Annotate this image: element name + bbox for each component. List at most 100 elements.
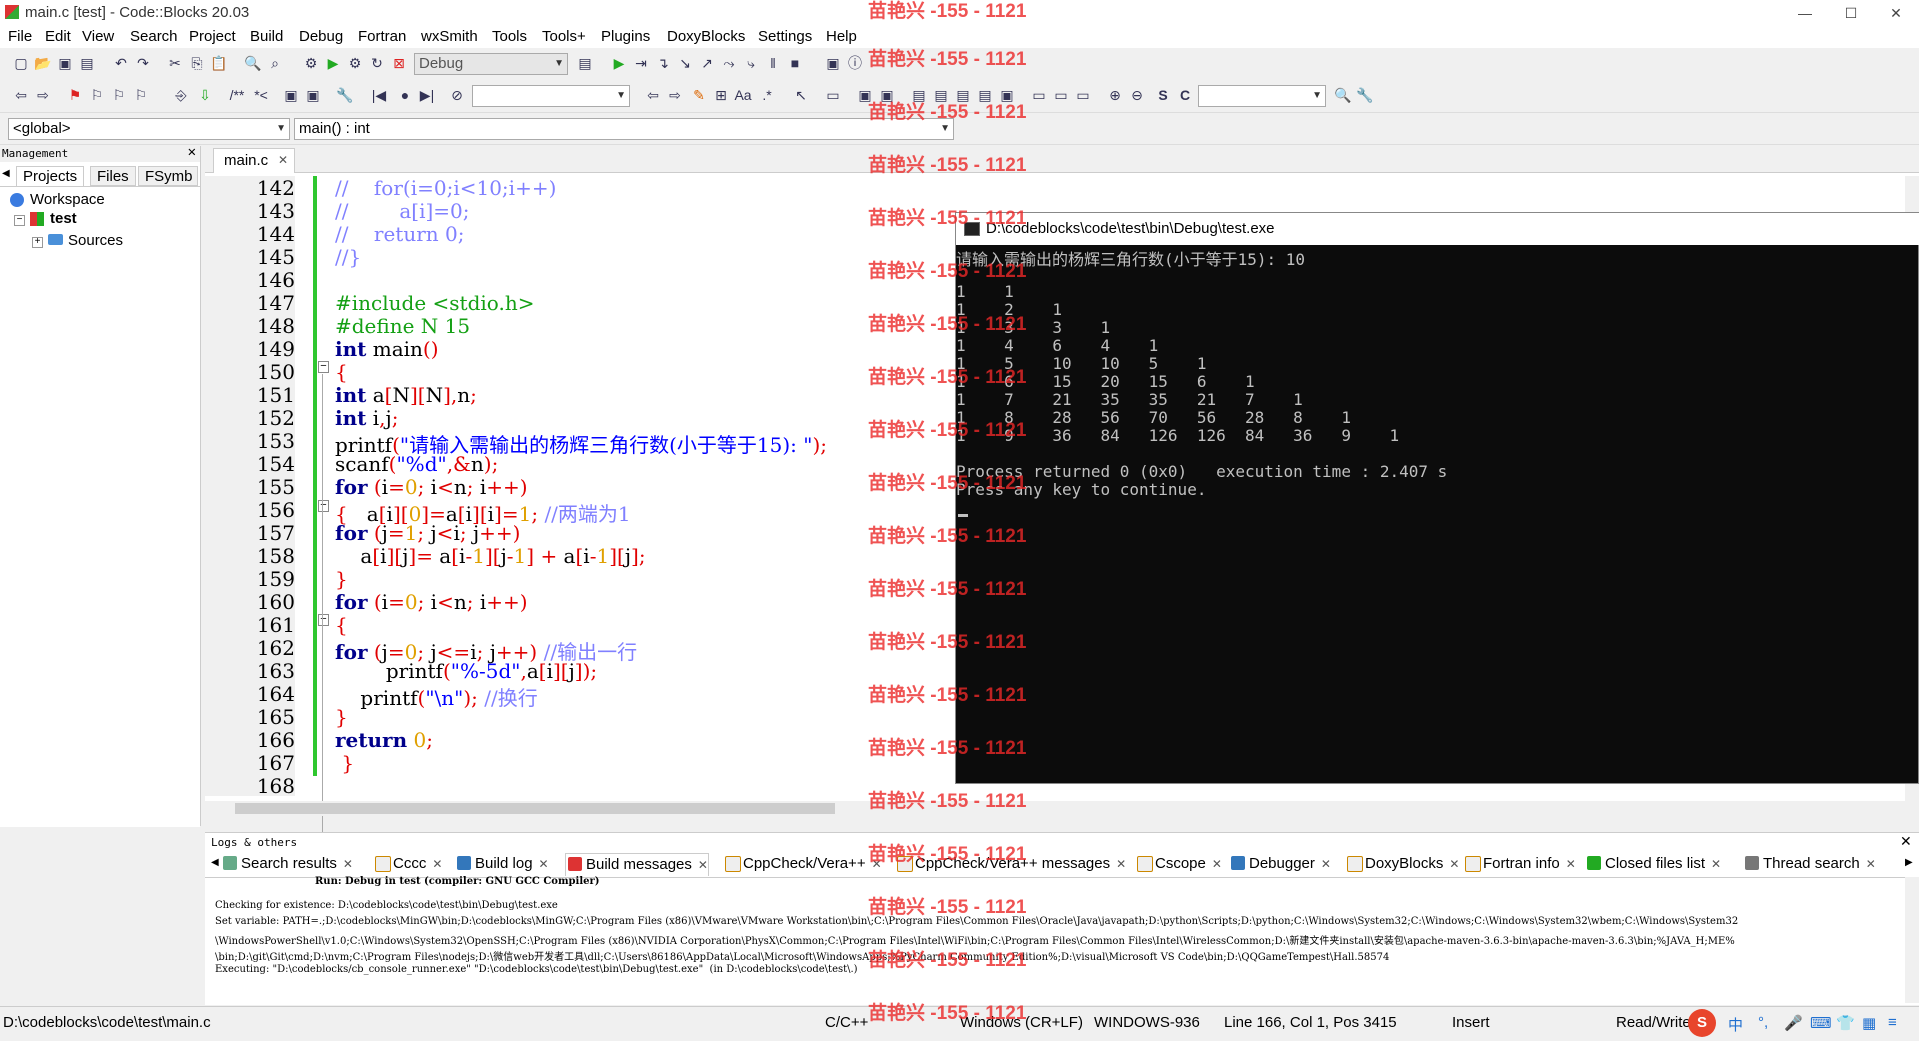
wildcard-icon[interactable]: .*: [758, 86, 776, 104]
toolbox-icon[interactable]: ▦: [1862, 1014, 1876, 1032]
close-tab-icon[interactable]: ✕: [1711, 857, 1721, 871]
tab-search-results[interactable]: Search results ✕: [221, 853, 353, 875]
expand-icon[interactable]: +: [32, 237, 43, 248]
log-scrollbar[interactable]: [1905, 877, 1919, 1003]
close-button[interactable]: ✕: [1873, 0, 1919, 26]
zoom-in-icon[interactable]: ⊕: [1106, 86, 1124, 104]
ime-logo-icon[interactable]: S: [1688, 1009, 1716, 1037]
code-line[interactable]: printf("\n"); //换行: [335, 682, 537, 711]
menu-view[interactable]: View: [82, 28, 114, 45]
close-tab-icon[interactable]: ✕: [1566, 857, 1576, 871]
rect-icon[interactable]: ▭: [824, 86, 842, 104]
menu-file[interactable]: File: [8, 28, 32, 45]
jump-forward-icon[interactable]: ⇨: [34, 86, 52, 104]
fold-icon[interactable]: −: [318, 361, 329, 373]
build-icon[interactable]: ⚙: [302, 54, 320, 72]
menu-debug[interactable]: Debug: [299, 28, 343, 45]
step-into-icon[interactable]: ↘: [676, 54, 694, 72]
step-instruction-icon[interactable]: ⤷: [742, 54, 760, 72]
next-instruction-icon[interactable]: ⤳: [720, 54, 738, 72]
close-tab-icon[interactable]: ✕: [1866, 857, 1876, 871]
menu-build[interactable]: Build: [250, 28, 283, 45]
find-icon[interactable]: 🔍: [244, 54, 262, 72]
tab-cppcheck[interactable]: CppCheck/Vera++ ✕: [723, 853, 882, 875]
function-select[interactable]: main() : int ▼: [294, 118, 954, 140]
menu-tools[interactable]: Tools: [492, 28, 527, 45]
code-line[interactable]: #define N 15: [335, 314, 470, 338]
undo-icon[interactable]: ↶: [112, 54, 130, 72]
scope-select[interactable]: <global> ▼: [8, 118, 290, 140]
bookmark-toggle-icon[interactable]: ⚑: [66, 86, 84, 104]
build-target-select[interactable]: Debug ▼: [414, 53, 568, 75]
tab-debugger[interactable]: Debugger ✕: [1229, 853, 1331, 875]
bookmark-clear-icon[interactable]: ⚐: [132, 86, 150, 104]
close-tab-icon[interactable]: ✕: [432, 857, 442, 871]
bookmark-prev-icon[interactable]: ⚐: [88, 86, 106, 104]
new-file-icon[interactable]: ▢: [12, 54, 30, 72]
code-line[interactable]: #include <stdio.h>: [335, 291, 534, 315]
tab-cccc[interactable]: Cccc ✕: [373, 853, 442, 875]
collapse-icon[interactable]: −: [14, 215, 25, 226]
build-run-icon[interactable]: ⚙: [346, 54, 364, 72]
menu-fortran[interactable]: Fortran: [358, 28, 406, 45]
nav-right-icon[interactable]: ⇨: [666, 86, 684, 104]
console-title-bar[interactable]: D:\codeblocks\code\test\bin\Debug\test.e…: [956, 213, 1919, 245]
abort-icon[interactable]: ⊠: [390, 54, 408, 72]
comment-icon[interactable]: /**: [228, 86, 246, 104]
code-line[interactable]: scanf("%d",&n);: [335, 452, 498, 476]
copy-icon[interactable]: ⎘: [188, 54, 206, 72]
jump-back-icon[interactable]: ⇦: [12, 86, 30, 104]
save-all-icon[interactable]: ▤: [78, 54, 96, 72]
select-icon[interactable]: ⊞: [712, 86, 730, 104]
cut-icon[interactable]: ✂: [166, 54, 184, 72]
tab-build-messages[interactable]: Build messages ✕: [565, 853, 709, 876]
debug-icon[interactable]: ▶: [610, 54, 628, 72]
menu-project[interactable]: Project: [189, 28, 236, 45]
code-line[interactable]: int main(): [335, 337, 439, 361]
close-icon[interactable]: ✕: [1900, 833, 1912, 850]
symbol-combo[interactable]: ▼: [1198, 85, 1326, 107]
fold-icon[interactable]: −: [318, 614, 329, 626]
skin-icon[interactable]: 👕: [1836, 1014, 1855, 1032]
close-icon[interactable]: ✕: [188, 144, 196, 160]
microphone-icon[interactable]: 🎤: [1784, 1014, 1803, 1032]
code-line[interactable]: int i,j;: [335, 406, 398, 430]
tab-scroll-left-icon[interactable]: ◀: [211, 857, 219, 868]
tab-scroll-right-icon[interactable]: ▶: [1905, 857, 1913, 868]
code-line[interactable]: // return 0;: [335, 222, 464, 246]
tab-thread-search[interactable]: Thread search ✕: [1743, 853, 1876, 875]
tab-fsymbols[interactable]: FSymb: [138, 166, 198, 186]
tree-project[interactable]: test: [50, 210, 77, 227]
code-line[interactable]: int a[N][N],n;: [335, 383, 477, 407]
find-combo[interactable]: ▼: [472, 85, 630, 107]
punctuation-icon[interactable]: °,: [1758, 1014, 1768, 1031]
debug-windows-icon[interactable]: ▣: [824, 54, 842, 72]
code-line[interactable]: a[i][j]= a[i-1][j-1] + a[i-1][j];: [335, 544, 645, 568]
menu-search[interactable]: Search: [130, 28, 178, 45]
doxy-config-icon[interactable]: ▣: [282, 86, 300, 104]
tab-projects[interactable]: Projects: [16, 166, 85, 186]
record-icon[interactable]: ●: [396, 86, 414, 104]
download-icon[interactable]: ⇩: [196, 86, 214, 104]
run-icon[interactable]: ▶: [324, 54, 342, 72]
frame1-icon[interactable]: ▭: [1030, 86, 1048, 104]
tab-build-log[interactable]: Build log ✕: [455, 853, 549, 875]
menu-wxsmith[interactable]: wxSmith: [421, 28, 478, 45]
regex-icon[interactable]: Aa: [734, 86, 752, 104]
ime-mode[interactable]: 中: [1728, 1014, 1743, 1035]
code-line[interactable]: return 0;: [335, 728, 433, 752]
menu-plugins[interactable]: Plugins: [601, 28, 650, 45]
stop-debug-icon[interactable]: ■: [786, 54, 804, 72]
menu-settings[interactable]: Settings: [758, 28, 812, 45]
bookmark-next-icon[interactable]: ⚐: [110, 86, 128, 104]
paste-icon[interactable]: 📋: [210, 54, 228, 72]
next-icon[interactable]: ▶|: [418, 86, 436, 104]
pointer-icon[interactable]: ↖: [792, 86, 810, 104]
nav-left-icon[interactable]: ⇦: [644, 86, 662, 104]
run-to-cursor-icon[interactable]: ⇥: [632, 54, 650, 72]
symbol-c-icon[interactable]: C: [1176, 86, 1194, 104]
code-line[interactable]: }: [335, 567, 348, 591]
doxy-run-icon[interactable]: ▣: [304, 86, 322, 104]
menu-help[interactable]: Help: [826, 28, 857, 45]
code-line[interactable]: for (j=1; j<i; j++): [335, 521, 520, 545]
